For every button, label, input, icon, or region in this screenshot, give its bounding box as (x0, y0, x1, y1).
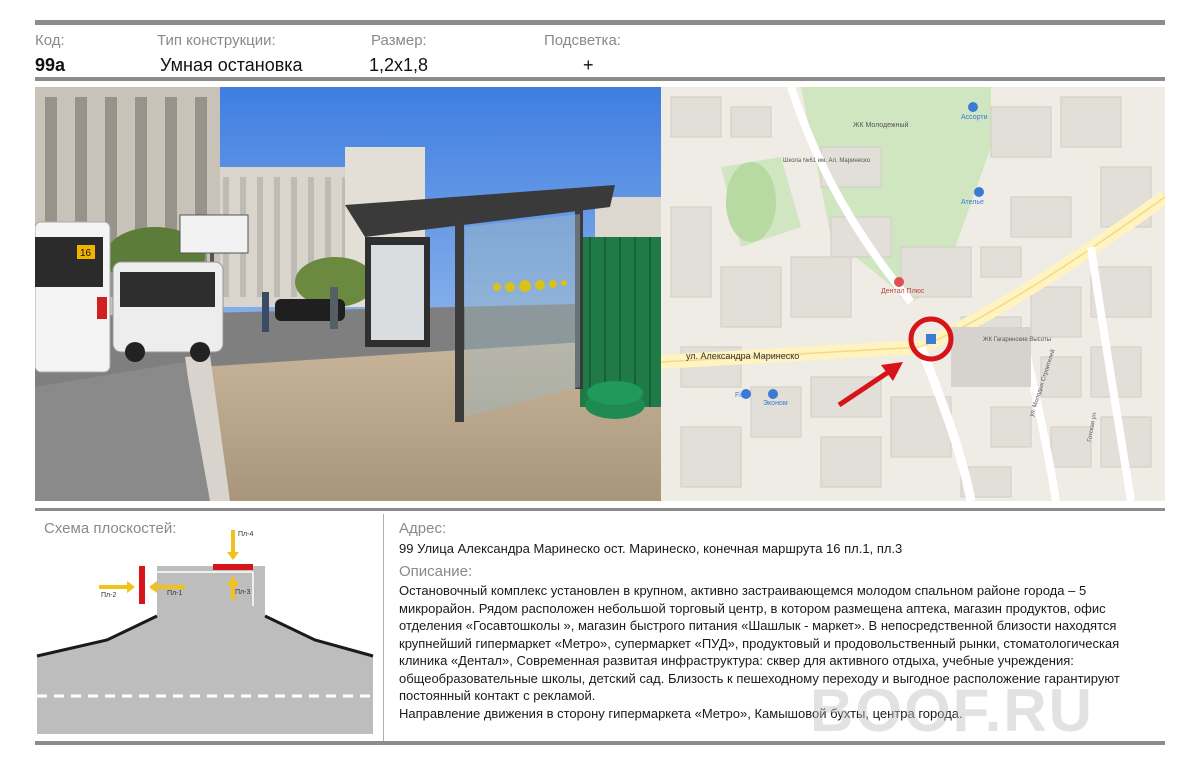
location-map[interactable]: ЖК Молодежный Школа №61 им. Ал. Маринеск… (661, 87, 1165, 501)
watermark: BOOF.RU (810, 677, 1094, 744)
section-rule (35, 508, 1165, 511)
plane-label: Пл-4 (238, 531, 253, 538)
bottom-rule (35, 741, 1165, 745)
planes-scheme: Пл-1 Пл-2 Пл-3 Пл-4 (36, 530, 374, 734)
plane-label: Пл-1 (167, 590, 182, 597)
map-canvas: ЖК Молодежный Школа №61 им. Ал. Маринеск… (661, 87, 1165, 501)
size-label: Размер: (371, 32, 427, 49)
plane-label: Пл-3 (235, 589, 250, 596)
header-rule (35, 77, 1165, 81)
photo-illustration: 16 (35, 87, 661, 501)
map-pin-icon (768, 389, 778, 399)
plane-label: Пл-2 (101, 592, 116, 599)
size-value: 1,2х1,8 (369, 55, 429, 75)
type-value: Умная остановка (160, 55, 303, 75)
map-label: Школа №61 им. Ал. Маринеско (783, 157, 871, 164)
light-label: Подсветка: (544, 32, 621, 49)
map-street-label: ул. Александра Маринеско (686, 351, 799, 361)
vertical-separator (383, 514, 384, 742)
map-pin-icon (894, 277, 904, 287)
plane-4 (213, 564, 253, 570)
map-label: Дентал Плюс (881, 288, 925, 295)
map-label: Ателье (961, 199, 984, 206)
description-label: Описание: (399, 563, 473, 580)
plane-2 (139, 566, 145, 604)
top-rule (35, 20, 1165, 25)
map-pin-icon (974, 187, 984, 197)
code-label: Код: (35, 32, 65, 49)
map-pin-icon (968, 102, 978, 112)
code-value: 99а (35, 55, 66, 75)
type-label: Тип конструкции: (157, 32, 276, 49)
address-label: Адрес: (399, 520, 447, 537)
bus-route-number: 16 (80, 248, 92, 259)
map-label: ЖК Гагаринские Высоты (983, 337, 1051, 343)
map-label: Fix (735, 392, 745, 399)
map-label: Ассорти (961, 114, 988, 121)
map-label: Эконом (763, 400, 788, 407)
map-label: ЖК Молодежный (853, 121, 909, 129)
address-text: 99 Улица Александра Маринеско ост. Марин… (399, 541, 903, 556)
bus-stop-icon (926, 334, 936, 344)
light-value: + (583, 55, 594, 75)
street-photo: 16 (35, 87, 661, 501)
